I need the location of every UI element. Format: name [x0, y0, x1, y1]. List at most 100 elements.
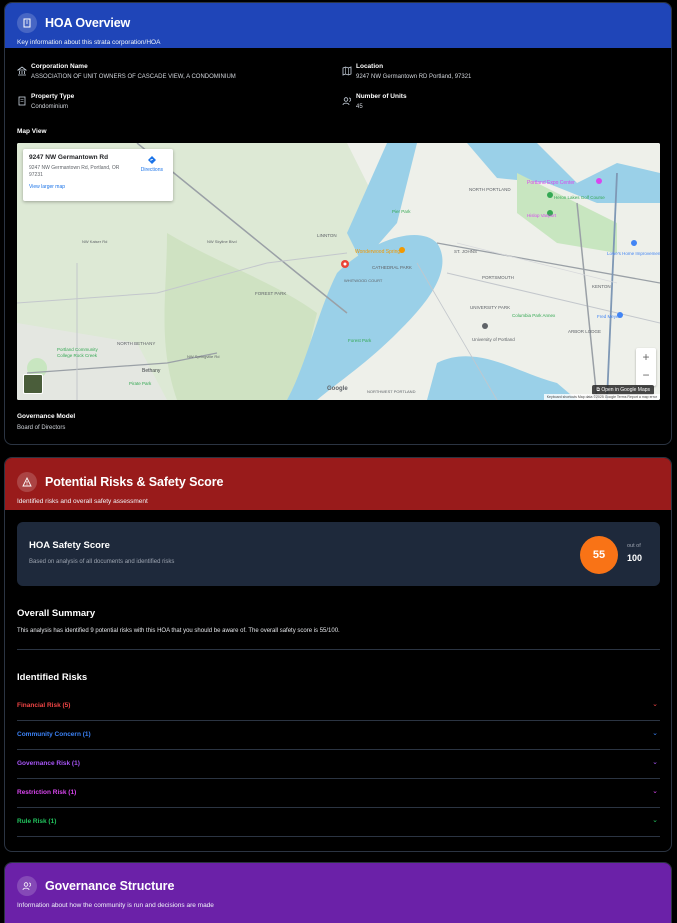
- svg-text:FOREST PARK: FOREST PARK: [255, 291, 286, 296]
- risks-subtitle: Identified risks and overall safety asse…: [17, 498, 148, 505]
- svg-text:ST. JOHNS: ST. JOHNS: [454, 249, 477, 254]
- google-map[interactable]: LINNTON Wonderwood Springs ST. JOHNS CAT…: [17, 143, 660, 400]
- external-link-icon: ⧉: [596, 387, 600, 393]
- document-icon: [17, 93, 27, 106]
- svg-text:LINNTON: LINNTON: [317, 233, 337, 238]
- identified-risks-title: Identified Risks: [17, 672, 88, 683]
- number-of-units-value: 45: [356, 104, 363, 110]
- risk-label: Rule Risk (1): [17, 818, 57, 825]
- bank-icon: [16, 63, 28, 76]
- safety-score-subtitle: Based on analysis of all documents and i…: [29, 559, 175, 565]
- overall-summary-text: This analysis has identified 9 potential…: [17, 628, 340, 634]
- svg-text:WHITWOOD COURT: WHITWOOD COURT: [344, 278, 383, 283]
- svg-text:Lowe's Home Improvement: Lowe's Home Improvement: [607, 251, 660, 256]
- directions-button[interactable]: Directions: [141, 155, 163, 173]
- satellite-toggle[interactable]: [23, 374, 43, 394]
- open-in-google-maps-label: Open in Google Maps: [601, 387, 650, 393]
- svg-text:Wonderwood Springs: Wonderwood Springs: [355, 249, 403, 255]
- chevron-down-icon: ⌄: [652, 759, 658, 766]
- directions-label: Directions: [140, 167, 163, 173]
- location-label: Location: [356, 63, 384, 70]
- people-icon: [17, 876, 37, 896]
- svg-text:Portland Expo Center: Portland Expo Center: [527, 180, 575, 186]
- svg-text:UNIVERSITY PARK: UNIVERSITY PARK: [470, 305, 510, 310]
- google-logo: Google: [327, 386, 348, 392]
- users-icon: [342, 93, 352, 106]
- zoom-out-button[interactable]: −: [636, 366, 656, 384]
- risk-row-governance[interactable]: Governance Risk (1) ⌄: [17, 750, 660, 779]
- number-of-units-label: Number of Units: [356, 93, 407, 100]
- risk-row-rule[interactable]: Rule Risk (1) ⌄: [17, 808, 660, 837]
- map-view-label: Map View: [17, 128, 47, 135]
- place-info-card: 9247 NW Germantown Rd 9247 NW Germantown…: [23, 149, 173, 201]
- risk-row-community-concern[interactable]: Community Concern (1) ⌄: [17, 721, 660, 750]
- svg-text:Pirate Park: Pirate Park: [129, 381, 152, 386]
- chevron-down-icon: ⌄: [652, 701, 658, 708]
- out-of-label: out of: [627, 543, 641, 549]
- risks-title: Potential Risks & Safety Score: [45, 475, 224, 489]
- chevron-down-icon: ⌄: [652, 788, 658, 795]
- svg-text:NORTH PORTLAND: NORTH PORTLAND: [469, 187, 511, 192]
- property-type-value: Condominium: [31, 104, 69, 110]
- risk-label: Restriction Risk (1): [17, 789, 77, 796]
- governance-structure-card: Governance Structure Information about h…: [4, 862, 672, 923]
- svg-text:Pier Park: Pier Park: [392, 209, 411, 214]
- hoa-overview-header: HOA Overview Key information about this …: [5, 3, 671, 48]
- svg-text:NW Springville Rd: NW Springville Rd: [187, 354, 219, 359]
- location-field: Location 9247 NW Germantown RD Portland,…: [342, 63, 471, 80]
- chevron-down-icon: ⌄: [652, 817, 658, 824]
- svg-text:Forest Park: Forest Park: [348, 338, 372, 343]
- map-icon: [342, 63, 352, 76]
- governance-structure-title: Governance Structure: [45, 879, 175, 893]
- risks-card: Potential Risks & Safety Score Identifie…: [4, 457, 672, 852]
- svg-text:ARBOR LODGE: ARBOR LODGE: [568, 329, 601, 334]
- hoa-overview-subtitle: Key information about this strata corpor…: [17, 39, 161, 46]
- safety-score-title: HOA Safety Score: [29, 540, 110, 551]
- building-icon: [17, 13, 37, 33]
- svg-text:Heron Lakes Golf Course: Heron Lakes Golf Course: [554, 195, 605, 200]
- safety-score-badge: 55: [580, 536, 618, 574]
- risk-row-financial[interactable]: Financial Risk (5) ⌄: [17, 692, 660, 721]
- svg-text:College Rock Creek: College Rock Creek: [57, 353, 98, 358]
- place-address: 9247 NW Germantown Rd, Portland, OR 9723…: [29, 165, 120, 178]
- svg-text:KENTON: KENTON: [592, 284, 611, 289]
- svg-text:PORTSMOUTH: PORTSMOUTH: [482, 275, 514, 280]
- svg-text:CATHEDRAL PARK: CATHEDRAL PARK: [372, 265, 412, 270]
- svg-text:NW Skyline Blvd: NW Skyline Blvd: [207, 239, 237, 244]
- svg-text:Portland Community: Portland Community: [57, 347, 99, 352]
- svg-text:NW Kaiser Rd: NW Kaiser Rd: [82, 239, 107, 244]
- risk-label: Financial Risk (5): [17, 702, 71, 709]
- svg-text:University of Portland: University of Portland: [472, 337, 515, 342]
- risk-label: Governance Risk (1): [17, 760, 80, 767]
- svg-text:Hislop Vanport: Hislop Vanport: [527, 213, 557, 218]
- property-type-field: Property Type Condominium: [17, 93, 74, 110]
- risks-header: Potential Risks & Safety Score Identifie…: [5, 458, 671, 510]
- location-value: 9247 NW Germantown RD Portland, 97321: [356, 74, 472, 80]
- overall-summary-title: Overall Summary: [17, 608, 96, 619]
- divider: [17, 649, 660, 650]
- risk-row-restriction[interactable]: Restriction Risk (1) ⌄: [17, 779, 660, 808]
- hoa-overview-card: HOA Overview Key information about this …: [4, 2, 672, 445]
- svg-text:Columbia Park Annex: Columbia Park Annex: [512, 313, 556, 318]
- map-footer: Keyboard shortcuts Map data ©2025 Google…: [543, 394, 660, 400]
- corporation-name-value: ASSOCIATION OF UNIT OWNERS OF CASCADE VI…: [31, 74, 236, 80]
- view-larger-map-link[interactable]: View larger map: [29, 184, 167, 190]
- governance-structure-subtitle: Information about how the community is r…: [17, 902, 214, 909]
- hoa-overview-title: HOA Overview: [45, 16, 131, 30]
- governance-model-value: Board of Directors: [17, 425, 66, 431]
- zoom-control: + −: [636, 348, 656, 386]
- out-of-value: 100: [627, 553, 643, 563]
- governance-model-field: Governance Model Board of Directors: [17, 413, 75, 431]
- safety-score-panel: HOA Safety Score Based on analysis of al…: [17, 522, 660, 586]
- property-type-label: Property Type: [31, 93, 75, 100]
- svg-text:NORTHWEST PORTLAND: NORTHWEST PORTLAND: [367, 389, 416, 394]
- number-of-units-field: Number of Units 45: [342, 93, 407, 110]
- svg-text:Bethany: Bethany: [142, 368, 161, 374]
- governance-structure-header: Governance Structure Information about h…: [5, 863, 671, 923]
- directions-icon: [147, 156, 156, 164]
- zoom-in-button[interactable]: +: [636, 348, 656, 366]
- corporation-name-field: Corporation Name ASSOCIATION OF UNIT OWN…: [16, 63, 236, 80]
- warning-icon: [17, 472, 37, 492]
- svg-text:NORTH BETHANY: NORTH BETHANY: [117, 341, 155, 346]
- svg-text:Fred Meyer: Fred Meyer: [597, 314, 621, 319]
